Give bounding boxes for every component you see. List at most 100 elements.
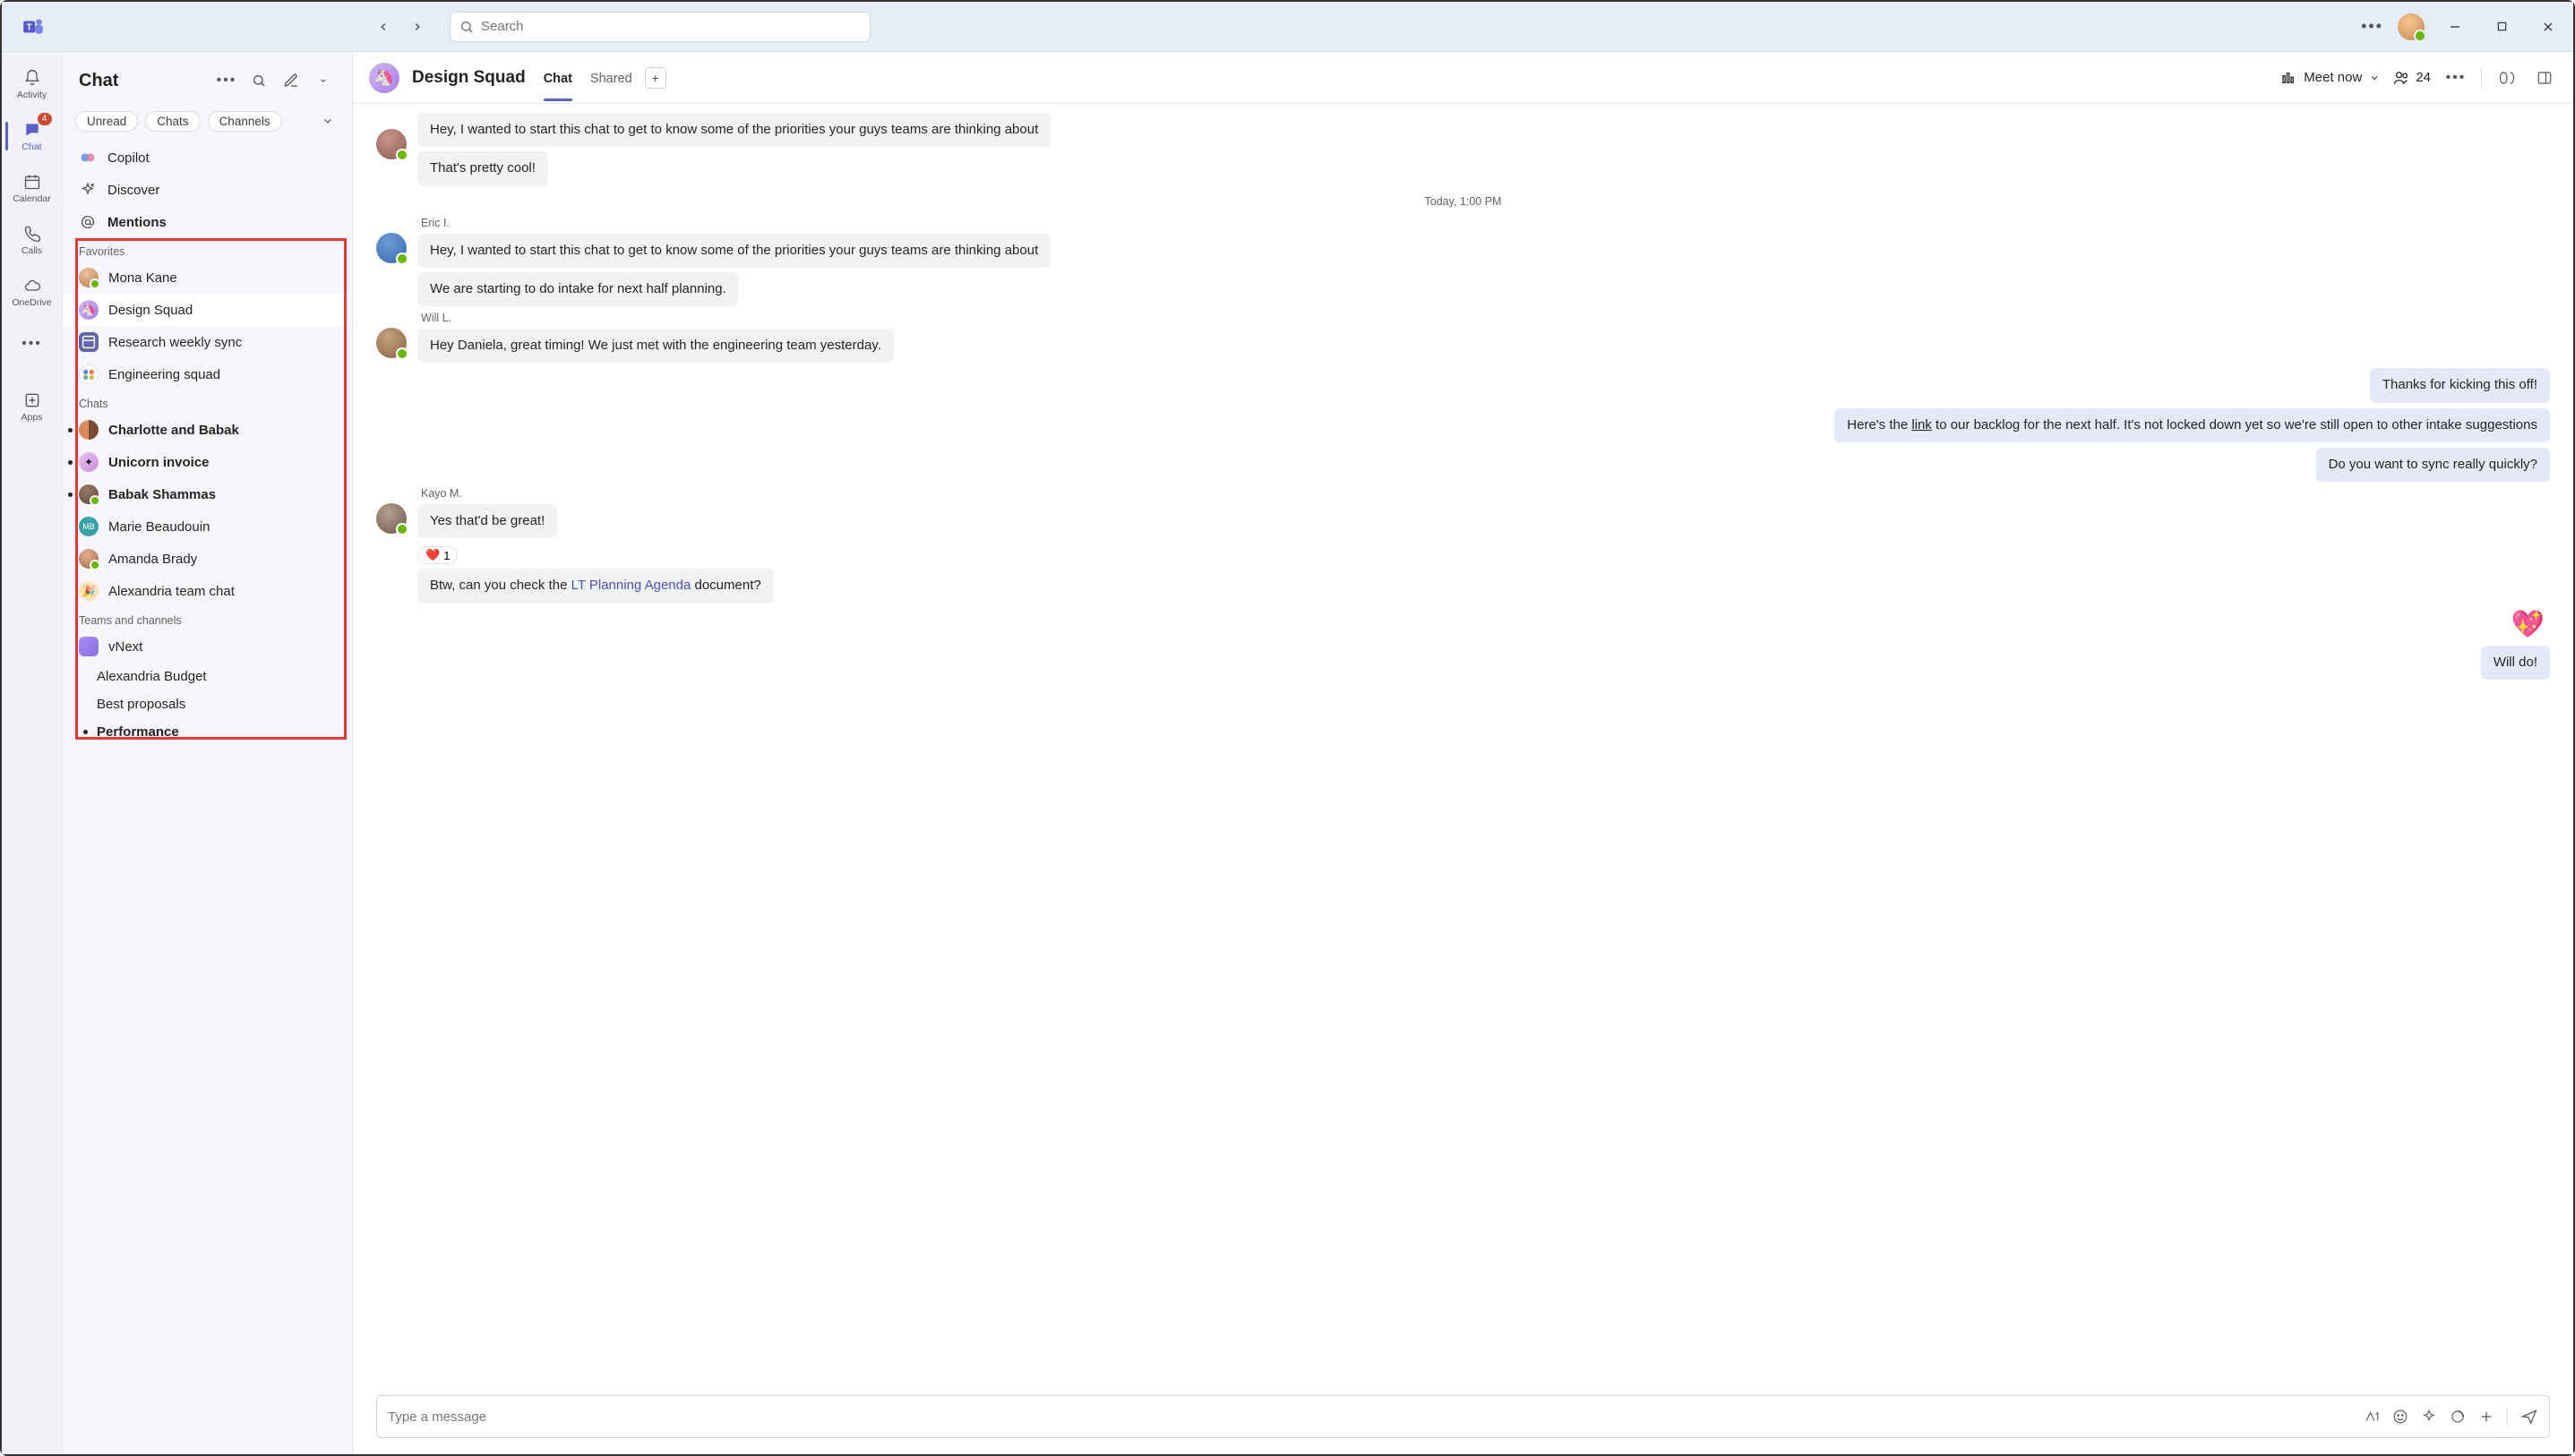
emoji-icon[interactable]: [2392, 1409, 2408, 1425]
maximize-button[interactable]: [2485, 14, 2518, 39]
section-teams: Teams and channels: [63, 607, 352, 630]
chat-avatar: 🦄: [369, 63, 399, 93]
more-icon: •••: [22, 334, 42, 354]
chat-unicorn-invoice[interactable]: ✦ Unicorn invoice: [63, 446, 352, 478]
section-favorites: Favorites: [63, 238, 352, 261]
channel-label: Best proposals: [97, 697, 185, 712]
message-composer[interactable]: [376, 1395, 2550, 1438]
chat-alexandria-team[interactable]: 🎉Alexandria team chat: [63, 575, 352, 607]
rail-onedrive[interactable]: OneDrive: [5, 267, 59, 317]
nav-discover[interactable]: Discover: [63, 174, 352, 206]
new-chat-chevron-icon[interactable]: [311, 68, 336, 93]
titlebar: T •••: [2, 2, 2573, 52]
message-avatar: [376, 328, 407, 358]
meet-now-button[interactable]: Meet now: [2280, 70, 2380, 86]
filter-search-icon[interactable]: [246, 68, 271, 93]
chat-charlotte-babak[interactable]: Charlotte and Babak: [63, 414, 352, 446]
pill-chats[interactable]: Chats: [145, 111, 200, 132]
sidebar-title: Chat: [79, 71, 207, 91]
favorite-design-squad[interactable]: 🦄Design Squad: [63, 294, 352, 326]
message-bubble: That's pretty cool!: [417, 151, 548, 185]
rail-calls[interactable]: Calls: [5, 215, 59, 265]
channel-alexandria-budget[interactable]: Alexandria Budget: [63, 663, 352, 690]
channel-best-proposals[interactable]: Best proposals: [63, 690, 352, 718]
message-bubble: We are starting to do intake for next ha…: [417, 272, 739, 306]
meet-icon: [2280, 70, 2296, 86]
favorite-engineering-squad[interactable]: Engineering squad: [63, 358, 352, 390]
avatar: ✦: [79, 452, 99, 472]
inline-link[interactable]: link: [1911, 417, 1932, 433]
settings-more-icon[interactable]: •••: [2361, 17, 2383, 36]
unread-dot: [68, 492, 73, 497]
copilot-icon: [79, 149, 97, 167]
reaction-pill[interactable]: ❤️ 1: [417, 546, 458, 564]
message-bubble-mine: Thanks for kicking this off!: [2370, 368, 2550, 402]
nav-mentions[interactable]: Mentions: [63, 206, 352, 238]
new-chat-icon[interactable]: [279, 68, 304, 93]
loop-icon[interactable]: [2450, 1409, 2466, 1425]
rail-chat[interactable]: 4 Chat: [5, 111, 59, 161]
pill-channels[interactable]: Channels: [208, 111, 282, 132]
message-bubble: Hey, I wanted to start this chat to get …: [417, 234, 1051, 268]
rail-more[interactable]: •••: [5, 319, 59, 369]
format-icon[interactable]: [2364, 1409, 2380, 1425]
chat-sidebar: Chat ••• Unread Chats Channels Copilot D…: [63, 52, 353, 1454]
rail-calendar[interactable]: Calendar: [5, 163, 59, 213]
search-icon: [459, 20, 474, 34]
tab-chat[interactable]: Chat: [544, 56, 572, 100]
add-tab-button[interactable]: +: [645, 67, 666, 89]
inline-link[interactable]: LT Planning Agenda: [571, 578, 691, 593]
bell-icon: [22, 68, 42, 88]
search-input[interactable]: [481, 19, 861, 34]
open-pane-icon[interactable]: [2532, 65, 2557, 90]
message-sender: Kayo M.: [421, 487, 774, 500]
message-bubble-mine: Here's the link to our backlog for the n…: [1834, 408, 2550, 442]
chat-label: Charlotte and Babak: [108, 423, 339, 438]
chat-marie-beaudouin[interactable]: MBMarie Beaudouin: [63, 510, 352, 543]
people-button[interactable]: 24: [2392, 69, 2431, 87]
apps-icon: [22, 390, 42, 410]
back-button[interactable]: [369, 13, 398, 41]
unread-dot: [68, 428, 73, 433]
plus-icon[interactable]: [2478, 1409, 2494, 1425]
forward-button[interactable]: [403, 13, 432, 41]
header-more-icon[interactable]: •••: [2443, 65, 2468, 90]
copilot-pane-icon[interactable]: [2494, 65, 2519, 90]
composer-input[interactable]: [388, 1409, 2355, 1425]
send-button[interactable]: [2520, 1408, 2538, 1426]
avatar: [79, 268, 99, 287]
nav-copilot[interactable]: Copilot: [63, 141, 352, 174]
messages-scroll[interactable]: Hey, I wanted to start this chat to get …: [353, 104, 2573, 1386]
chat-amanda-brady[interactable]: Amanda Brady: [63, 543, 352, 575]
pill-expand-icon[interactable]: [316, 109, 339, 133]
channel-performance[interactable]: Performance: [63, 718, 352, 746]
unread-dot: [83, 730, 88, 734]
rail-activity[interactable]: Activity: [5, 59, 59, 109]
avatar: [79, 484, 99, 504]
avatar: [79, 364, 99, 384]
sidebar-more-icon[interactable]: •••: [214, 68, 239, 93]
close-button[interactable]: [2532, 14, 2564, 39]
minimize-button[interactable]: [2439, 14, 2471, 39]
user-avatar[interactable]: [2398, 13, 2425, 40]
chat-babak-shammas[interactable]: Babak Shammas: [63, 478, 352, 510]
message-sender: Will L.: [421, 312, 894, 324]
search-box[interactable]: [450, 12, 871, 42]
chat-label: vNext: [108, 639, 339, 655]
chat-label: Research weekly sync: [108, 335, 339, 350]
favorite-research-sync[interactable]: Research weekly sync: [63, 326, 352, 358]
sparkle-icon[interactable]: [2421, 1409, 2437, 1425]
tab-shared[interactable]: Shared: [590, 56, 632, 100]
message-bubble: Hey Daniela, great timing! We just met w…: [417, 329, 894, 363]
chat-label: Unicorn invoice: [108, 455, 339, 470]
app-rail: Activity 4 Chat Calendar Calls OneDrive …: [2, 52, 63, 1454]
discover-icon: [79, 181, 97, 199]
channel-label: Alexandria Budget: [97, 669, 207, 684]
cloud-icon: [22, 276, 42, 295]
mentions-icon: [79, 213, 97, 231]
favorite-mona-kane[interactable]: Mona Kane: [63, 261, 352, 294]
rail-label: Calls: [21, 245, 42, 256]
pill-unread[interactable]: Unread: [75, 111, 138, 132]
rail-apps[interactable]: Apps: [5, 381, 59, 432]
team-vnext[interactable]: vNext: [63, 630, 352, 663]
